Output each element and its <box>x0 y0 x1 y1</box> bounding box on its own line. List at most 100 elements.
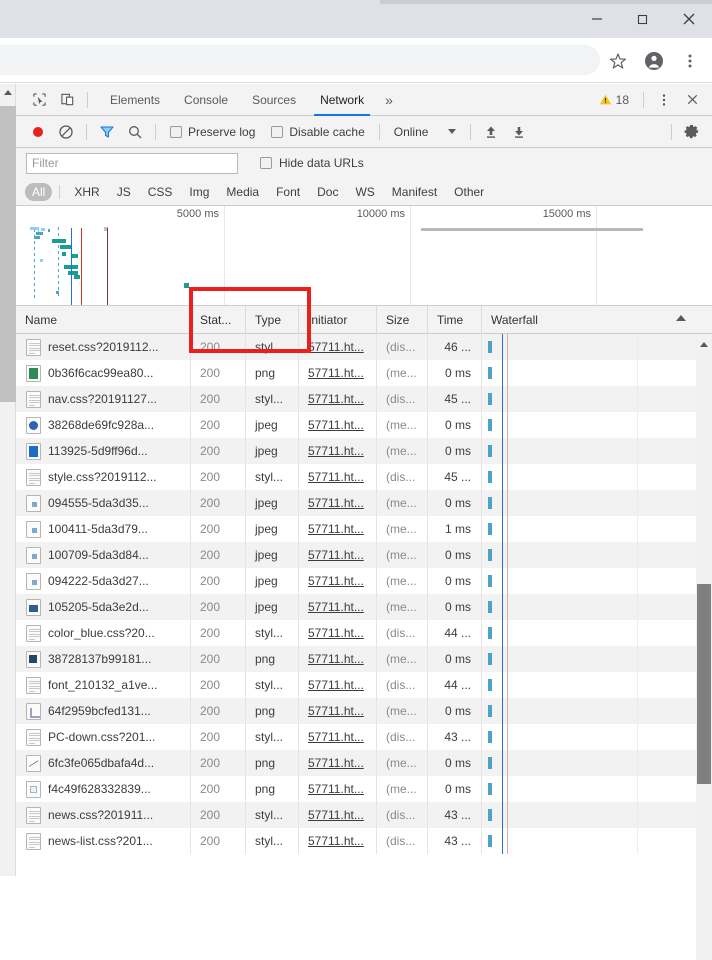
tab-elements[interactable]: Elements <box>98 84 172 116</box>
column-header-initiator[interactable]: Initiator <box>299 306 377 334</box>
table-row[interactable]: 100411-5da3d79...200jpeg57711.ht...(me..… <box>16 516 696 542</box>
bookmark-star-icon[interactable] <box>600 38 636 83</box>
column-header-type[interactable]: Type <box>246 306 299 334</box>
page-scrollbar-thumb[interactable] <box>0 106 16 402</box>
cell-name[interactable]: 100411-5da3d79... <box>16 516 191 542</box>
scroll-up-arrow-icon[interactable] <box>696 336 712 352</box>
cell-name[interactable]: 105205-5da3e2d... <box>16 594 191 620</box>
initiator-link[interactable]: 57711.ht... <box>308 808 364 822</box>
cell-name[interactable]: color_blue.css?20... <box>16 620 191 646</box>
tab-sources[interactable]: Sources <box>240 84 308 116</box>
initiator-link[interactable]: 57711.ht... <box>308 730 364 744</box>
column-header-status[interactable]: Stat... <box>191 306 246 334</box>
chrome-menu-icon[interactable] <box>672 38 708 83</box>
preserve-log-checkbox[interactable]: Preserve log <box>162 125 263 139</box>
table-row[interactable]: 38728137b99181...200png57711.ht...(me...… <box>16 646 696 672</box>
table-row[interactable]: 094222-5da3d27...200jpeg57711.ht...(me..… <box>16 568 696 594</box>
table-row[interactable]: 100709-5da3d84...200jpeg57711.ht...(me..… <box>16 542 696 568</box>
disable-cache-checkbox[interactable]: Disable cache <box>263 125 372 139</box>
cell-name[interactable]: 38268de69fc928a... <box>16 412 191 438</box>
network-overview[interactable]: 5000 ms 10000 ms 15000 ms <box>16 206 712 306</box>
device-toolbar-icon[interactable] <box>53 87 81 113</box>
record-button[interactable] <box>24 119 52 145</box>
address-bar[interactable] <box>0 45 600 75</box>
type-filter-ws[interactable]: WS <box>348 183 381 201</box>
type-filter-xhr[interactable]: XHR <box>67 183 106 201</box>
cell-name[interactable]: 094555-5da3d35... <box>16 490 191 516</box>
warning-indicator[interactable]: 18 <box>591 93 637 107</box>
table-row[interactable]: 0b36f6cac99ea80...200png57711.ht...(me..… <box>16 360 696 386</box>
cell-name[interactable]: 113925-5d9ff96d... <box>16 438 191 464</box>
network-settings-button[interactable] <box>678 119 706 145</box>
hide-data-urls-checkbox[interactable]: Hide data URLs <box>260 156 364 170</box>
cell-name[interactable]: 100709-5da3d84... <box>16 542 191 568</box>
export-har-button[interactable] <box>505 119 533 145</box>
table-row[interactable]: 105205-5da3e2d...200jpeg57711.ht...(me..… <box>16 594 696 620</box>
cell-name[interactable]: 094222-5da3d27... <box>16 568 191 594</box>
type-filter-doc[interactable]: Doc <box>310 183 345 201</box>
column-header-waterfall[interactable]: Waterfall <box>482 306 696 334</box>
requests-table-body[interactable]: reset.css?2019112...200styl...57711.ht..… <box>16 334 696 876</box>
table-row[interactable]: news.css?201911...200styl...57711.ht...(… <box>16 802 696 828</box>
type-filter-manifest[interactable]: Manifest <box>385 183 444 201</box>
initiator-link[interactable]: 57711.ht... <box>308 340 364 354</box>
initiator-link[interactable]: 57711.ht... <box>308 600 364 614</box>
tab-console[interactable]: Console <box>172 84 240 116</box>
cell-name[interactable]: news-list.css?201... <box>16 828 191 854</box>
initiator-link[interactable]: 57711.ht... <box>308 470 364 484</box>
column-header-size[interactable]: Size <box>377 306 428 334</box>
table-row[interactable]: news-list.css?201...200styl...57711.ht..… <box>16 828 696 854</box>
column-header-time[interactable]: Time <box>428 306 482 334</box>
table-row[interactable]: 6fc3fe065dbafa4d...200png57711.ht...(me.… <box>16 750 696 776</box>
table-row[interactable]: nav.css?20191127...200styl...57711.ht...… <box>16 386 696 412</box>
maximize-icon[interactable] <box>620 0 666 38</box>
initiator-link[interactable]: 57711.ht... <box>308 522 364 536</box>
cell-name[interactable]: 6fc3fe065dbafa4d... <box>16 750 191 776</box>
initiator-link[interactable]: 57711.ht... <box>308 678 364 692</box>
initiator-link[interactable]: 57711.ht... <box>308 496 364 510</box>
cell-name[interactable]: 64f2959bcfed131... <box>16 698 191 724</box>
table-row[interactable]: PC-down.css?201...200styl...57711.ht...(… <box>16 724 696 750</box>
table-row[interactable]: 64f2959bcfed131...200png57711.ht...(me..… <box>16 698 696 724</box>
initiator-link[interactable]: 57711.ht... <box>308 704 364 718</box>
initiator-link[interactable]: 57711.ht... <box>308 418 364 432</box>
type-filter-other[interactable]: Other <box>447 183 491 201</box>
initiator-link[interactable]: 57711.ht... <box>308 366 364 380</box>
cell-name[interactable]: reset.css?2019112... <box>16 334 191 360</box>
scrollbar-thumb[interactable] <box>697 584 711 784</box>
filter-button[interactable] <box>93 119 121 145</box>
more-tabs-icon[interactable]: » <box>376 84 402 116</box>
initiator-link[interactable]: 57711.ht... <box>308 574 364 588</box>
initiator-link[interactable]: 57711.ht... <box>308 548 364 562</box>
requests-table-scrollbar[interactable] <box>696 334 712 960</box>
page-scrollbar[interactable] <box>0 84 16 876</box>
import-har-button[interactable] <box>477 119 505 145</box>
close-icon[interactable] <box>666 0 712 38</box>
clear-button[interactable] <box>52 119 80 145</box>
filter-input[interactable] <box>26 153 238 174</box>
cell-name[interactable]: news.css?201911... <box>16 802 191 828</box>
initiator-link[interactable]: 57711.ht... <box>308 834 364 848</box>
table-row[interactable]: color_blue.css?20...200styl...57711.ht..… <box>16 620 696 646</box>
column-header-name[interactable]: Name <box>16 306 191 334</box>
minimize-icon[interactable] <box>574 0 620 38</box>
type-filter-media[interactable]: Media <box>219 183 266 201</box>
table-row[interactable]: f4c49f628332839...200png57711.ht...(me..… <box>16 776 696 802</box>
table-row[interactable]: 113925-5d9ff96d...200jpeg57711.ht...(me.… <box>16 438 696 464</box>
page-scroll-up-arrow-icon[interactable] <box>0 84 16 101</box>
inspect-element-icon[interactable] <box>25 87 53 113</box>
initiator-link[interactable]: 57711.ht... <box>308 626 364 640</box>
table-row[interactable]: 094555-5da3d35...200jpeg57711.ht...(me..… <box>16 490 696 516</box>
cell-name[interactable]: 0b36f6cac99ea80... <box>16 360 191 386</box>
type-filter-js[interactable]: JS <box>110 183 138 201</box>
table-row[interactable]: font_210132_a1ve...200styl...57711.ht...… <box>16 672 696 698</box>
table-row[interactable]: style.css?2019112...200styl...57711.ht..… <box>16 464 696 490</box>
initiator-link[interactable]: 57711.ht... <box>308 444 364 458</box>
initiator-link[interactable]: 57711.ht... <box>308 782 364 796</box>
cell-name[interactable]: 38728137b99181... <box>16 646 191 672</box>
table-row[interactable]: reset.css?2019112...200styl...57711.ht..… <box>16 334 696 360</box>
type-filter-font[interactable]: Font <box>269 183 307 201</box>
cell-name[interactable]: PC-down.css?201... <box>16 724 191 750</box>
initiator-link[interactable]: 57711.ht... <box>308 756 364 770</box>
cell-name[interactable]: nav.css?20191127... <box>16 386 191 412</box>
